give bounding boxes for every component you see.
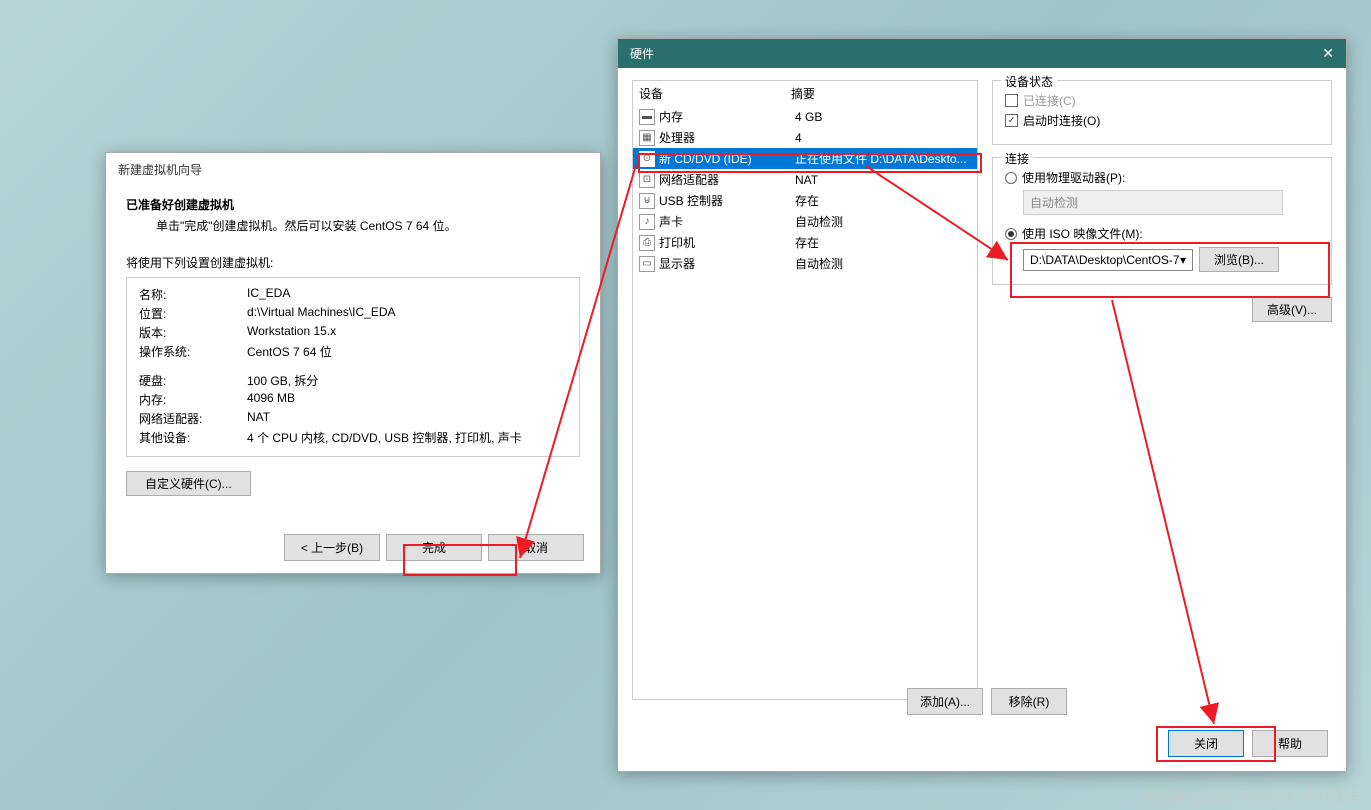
wizard-header-bold: 已准备好创建虚拟机 xyxy=(126,196,580,213)
add-device-button[interactable]: 添加(A)... xyxy=(907,688,983,715)
other-value: 4 个 CPU 内核, CD/DVD, USB 控制器, 打印机, 声卡 xyxy=(247,429,567,446)
device-list: 设备 摘要 ▬内存4 GB ▦处理器4 ⊙新 CD/DVD (IDE)正在使用文… xyxy=(632,80,978,700)
settings-box: 名称:IC_EDA 位置:d:\Virtual Machines\IC_EDA … xyxy=(126,277,580,457)
os-label: 操作系统: xyxy=(139,343,247,360)
advanced-button[interactable]: 高级(V)... xyxy=(1252,297,1332,322)
connect-on-start-checkbox[interactable]: ✓启动时连接(O) xyxy=(1005,112,1319,129)
display-icon: ▭ xyxy=(639,256,655,272)
device-printer[interactable]: ⎙打印机存在 xyxy=(633,232,977,253)
usb-icon: ⊎ xyxy=(639,193,655,209)
checkbox-icon xyxy=(1005,94,1018,107)
finish-button[interactable]: 完成 xyxy=(386,534,482,561)
other-label: 其他设备: xyxy=(139,429,247,446)
memory-label: 内存: xyxy=(139,391,247,408)
cpu-icon: ▦ xyxy=(639,130,655,146)
customize-hardware-button[interactable]: 自定义硬件(C)... xyxy=(126,471,251,496)
col-summary: 摘要 xyxy=(791,85,815,102)
device-cpu[interactable]: ▦处理器4 xyxy=(633,127,977,148)
version-value: Workstation 15.x xyxy=(247,324,567,341)
wizard-body: 将使用下列设置创建虚拟机: 名称:IC_EDA 位置:d:\Virtual Ma… xyxy=(106,246,600,504)
name-label: 名称: xyxy=(139,286,247,303)
use-iso-radio[interactable]: 使用 ISO 映像文件(M): xyxy=(1005,225,1319,242)
connected-checkbox: 已连接(C) xyxy=(1005,92,1319,109)
memory-icon: ▬ xyxy=(639,109,655,125)
location-label: 位置: xyxy=(139,305,247,322)
printer-icon: ⎙ xyxy=(639,235,655,251)
device-network[interactable]: ⊡网络适配器NAT xyxy=(633,169,977,190)
status-legend: 设备状态 xyxy=(1001,73,1057,90)
connection-legend: 连接 xyxy=(1001,150,1033,167)
hardware-titlebar: 硬件 ✕ xyxy=(618,39,1346,68)
use-physical-radio[interactable]: 使用物理驱动器(P): xyxy=(1005,169,1319,186)
device-status-group: 设备状态 已连接(C) ✓启动时连接(O) xyxy=(992,80,1332,145)
radio-icon xyxy=(1005,172,1017,184)
device-sound[interactable]: ♪声卡自动检测 xyxy=(633,211,977,232)
wizard-header-sub: 单击"完成"创建虚拟机。然后可以安装 CentOS 7 64 位。 xyxy=(156,217,580,234)
net-label: 网络适配器: xyxy=(139,410,247,427)
wizard-note: 将使用下列设置创建虚拟机: xyxy=(126,254,580,271)
col-device: 设备 xyxy=(639,85,791,102)
device-display[interactable]: ▭显示器自动检测 xyxy=(633,253,977,274)
watermark: https://blog.csdn.net/weixin_40377195 xyxy=(1138,789,1359,804)
wizard-header: 已准备好创建虚拟机 单击"完成"创建虚拟机。然后可以安装 CentOS 7 64… xyxy=(106,186,600,246)
net-value: NAT xyxy=(247,410,567,427)
chevron-down-icon: ▾ xyxy=(1180,253,1186,267)
checkbox-checked-icon: ✓ xyxy=(1005,114,1018,127)
close-icon[interactable]: ✕ xyxy=(1322,45,1334,62)
device-cdrom[interactable]: ⊙新 CD/DVD (IDE)正在使用文件 D:\DATA\Deskto... xyxy=(633,148,977,169)
device-usb[interactable]: ⊎USB 控制器存在 xyxy=(633,190,977,211)
iso-path-select[interactable]: D:\DATA\Desktop\CentOS-7▾ xyxy=(1023,249,1193,271)
connection-group: 连接 使用物理驱动器(P): 自动检测 使用 ISO 映像文件(M): D:\D… xyxy=(992,157,1332,285)
name-value: IC_EDA xyxy=(247,286,567,303)
hardware-dialog: 硬件 ✕ 设备 摘要 ▬内存4 GB ▦处理器4 ⊙新 CD/DVD (IDE)… xyxy=(617,38,1347,772)
disk-label: 硬盘: xyxy=(139,372,247,389)
version-label: 版本: xyxy=(139,324,247,341)
new-vm-wizard-dialog: 新建虚拟机向导 已准备好创建虚拟机 单击"完成"创建虚拟机。然后可以安装 Cen… xyxy=(105,152,601,574)
browse-button[interactable]: 浏览(B)... xyxy=(1199,247,1279,272)
back-button[interactable]: < 上一步(B) xyxy=(284,534,380,561)
disk-value: 100 GB, 拆分 xyxy=(247,372,567,389)
hardware-title-text: 硬件 xyxy=(630,45,654,62)
help-button[interactable]: 帮助 xyxy=(1252,730,1328,757)
device-memory[interactable]: ▬内存4 GB xyxy=(633,106,977,127)
memory-value: 4096 MB xyxy=(247,391,567,408)
cancel-button[interactable]: 取消 xyxy=(488,534,584,561)
location-value: d:\Virtual Machines\IC_EDA xyxy=(247,305,567,322)
close-button[interactable]: 关闭 xyxy=(1168,730,1244,757)
physical-drive-select: 自动检测 xyxy=(1023,190,1283,215)
wizard-title: 新建虚拟机向导 xyxy=(106,153,600,186)
remove-device-button[interactable]: 移除(R) xyxy=(991,688,1067,715)
cdrom-icon: ⊙ xyxy=(639,151,655,167)
os-value: CentOS 7 64 位 xyxy=(247,343,567,360)
radio-checked-icon xyxy=(1005,228,1017,240)
sound-icon: ♪ xyxy=(639,214,655,230)
network-icon: ⊡ xyxy=(639,172,655,188)
